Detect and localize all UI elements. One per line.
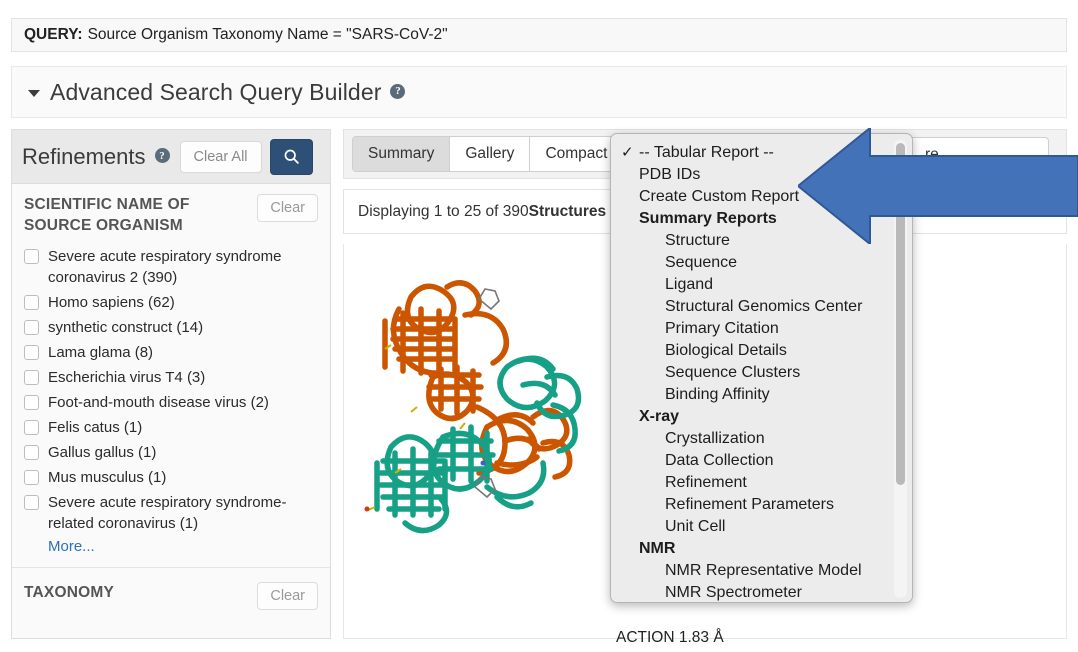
results-count-entity: Structures [528, 202, 607, 220]
dropdown-item-nmr-representative-model[interactable]: NMR Representative Model [611, 560, 912, 582]
annotation-arrow [796, 125, 1078, 247]
dropdown-item-biological-details[interactable]: Biological Details [611, 340, 912, 362]
results-count-prefix: Displaying 1 to 25 of 390 [358, 202, 529, 220]
facet-item-label: Lama glama (8) [48, 344, 154, 361]
dropdown-item-unit-cell[interactable]: Unit Cell [611, 516, 912, 538]
facet-checkbox-row[interactable]: synthetic construct (14) [24, 317, 318, 338]
dropdown-item-sequence[interactable]: Sequence [611, 252, 912, 274]
advanced-search-title: Advanced Search Query Builder [50, 78, 382, 105]
dropdown-item-structural-genomics-center[interactable]: Structural Genomics Center [611, 296, 912, 318]
dropdown-item-nmr-spectrometer[interactable]: NMR Spectrometer [611, 582, 912, 602]
facet-clear-button[interactable]: Clear [257, 194, 318, 222]
facet-item-label: Severe acute respiratory syndrome corona… [48, 248, 282, 286]
facet-checkbox-row[interactable]: Felis catus (1) [24, 417, 318, 438]
facet-more-link[interactable]: More... [48, 538, 318, 555]
dropdown-item-refinement-parameters[interactable]: Refinement Parameters [611, 494, 912, 516]
facet-item-label: Homo sapiens (62) [48, 294, 175, 311]
facet-item-label: Felis catus (1) [48, 419, 143, 436]
facet-checkbox-row[interactable]: Lama glama (8) [24, 342, 318, 363]
protein-ribbon-structure-image[interactable] [347, 257, 611, 547]
query-bar: QUERY: Source Organism Taxonomy Name = "… [11, 18, 1067, 52]
dropdown-item-binding-affinity[interactable]: Binding Affinity [611, 384, 912, 406]
clear-all-button[interactable]: Clear All [179, 140, 262, 173]
dropdown-group-nmr: NMR [639, 540, 676, 557]
check-icon: ✓ [621, 144, 634, 161]
facet-header: SCIENTIFIC NAME OF SOURCE ORGANISM Clear [24, 194, 318, 236]
dropdown-item-primary-citation[interactable]: Primary Citation [611, 318, 912, 340]
query-text: Source Organism Taxonomy Name = "SARS-Co… [87, 26, 448, 43]
facet-checkbox-row[interactable]: Severe acute respiratory syndrome-relate… [24, 492, 318, 534]
advanced-search-query-builder-bar[interactable]: Advanced Search Query Builder ? [11, 66, 1067, 118]
checkbox-icon[interactable] [24, 370, 39, 385]
checkbox-icon[interactable] [24, 320, 39, 335]
dropdown-item-data-collection[interactable]: Data Collection [611, 450, 912, 472]
facet-item-label: Mus musculus (1) [48, 469, 167, 486]
dropdown-item-sequence-clusters[interactable]: Sequence Clusters [611, 362, 912, 384]
facet-checkbox-row[interactable]: Escherichia virus T4 (3) [24, 367, 318, 388]
left-pointing-arrow-annotation [796, 125, 1078, 247]
facet-checkbox-row[interactable]: Gallus gallus (1) [24, 442, 318, 463]
facet-item-label: Severe acute respiratory syndrome-relate… [48, 494, 287, 532]
search-icon [284, 149, 299, 164]
help-icon[interactable]: ? [154, 148, 170, 163]
caret-down-icon[interactable] [28, 90, 40, 97]
refinements-header: Refinements ? Clear All [12, 130, 330, 184]
checkbox-icon[interactable] [24, 345, 39, 360]
refinements-title: Refinements [22, 143, 146, 169]
facet-item-list: Severe acute respiratory syndrome corona… [24, 246, 318, 555]
dropdown-group-x-ray: X-ray [639, 408, 680, 425]
page-root: QUERY: Source Organism Taxonomy Name = "… [0, 0, 1078, 652]
facet-scientific-name-of-source-organism: SCIENTIFIC NAME OF SOURCE ORGANISM Clear… [12, 184, 330, 568]
dropdown-item-refinement[interactable]: Refinement [611, 472, 912, 494]
facet-item-label: synthetic construct (14) [48, 319, 204, 336]
checkbox-icon[interactable] [24, 470, 39, 485]
checkbox-icon[interactable] [24, 420, 39, 435]
facet-header: TAXONOMY Clear [24, 582, 318, 610]
checkbox-icon[interactable] [24, 249, 39, 264]
facet-item-label: Escherichia virus T4 (3) [48, 369, 206, 386]
dropdown-item-crystallization[interactable]: Crystallization [611, 428, 912, 450]
facet-taxonomy: TAXONOMY Clear [12, 568, 330, 624]
facet-title: SCIENTIFIC NAME OF SOURCE ORGANISM [24, 196, 190, 234]
facet-clear-button[interactable]: Clear [257, 582, 318, 610]
checkbox-icon[interactable] [24, 395, 39, 410]
facet-item-label: Foot-and-mouth disease virus (2) [48, 394, 269, 411]
dropdown-item-label: -- Tabular Report -- [639, 144, 774, 161]
checkbox-icon[interactable] [24, 445, 39, 460]
query-label: QUERY: [24, 26, 83, 43]
tab-compact[interactable]: Compact [530, 137, 623, 171]
help-icon[interactable]: ? [390, 83, 406, 99]
refinements-sidebar: Refinements ? Clear All SCIENTIFIC NAME … [11, 129, 331, 639]
facet-checkbox-row[interactable]: Mus musculus (1) [24, 467, 318, 488]
entry-resolution: ACTION 1.83 Å [616, 629, 724, 646]
facet-checkbox-row[interactable]: Foot-and-mouth disease virus (2) [24, 392, 318, 413]
checkbox-icon[interactable] [24, 295, 39, 310]
tab-gallery[interactable]: Gallery [450, 137, 531, 171]
tab-summary[interactable]: Summary [353, 137, 451, 171]
facet-item-label: Gallus gallus (1) [48, 444, 157, 461]
checkbox-icon[interactable] [24, 495, 39, 510]
search-button[interactable] [269, 138, 313, 175]
dropdown-item-ligand[interactable]: Ligand [611, 274, 912, 296]
facet-title: TAXONOMY [24, 584, 115, 601]
facet-checkbox-row[interactable]: Severe acute respiratory syndrome corona… [24, 246, 318, 288]
view-tab-group: Summary Gallery Compact [352, 136, 624, 172]
facet-checkbox-row[interactable]: Homo sapiens (62) [24, 292, 318, 313]
